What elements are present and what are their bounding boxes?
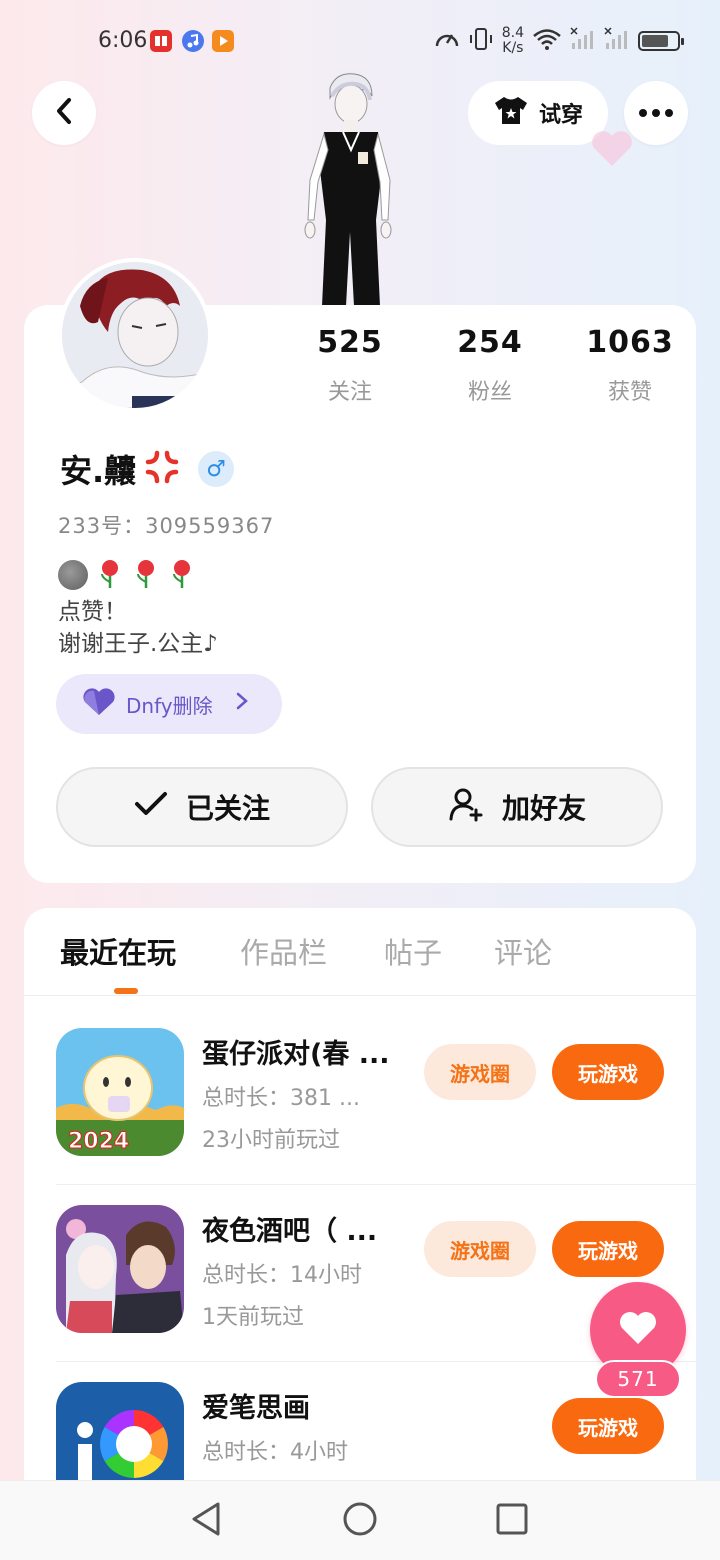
signal-icon-2 bbox=[604, 27, 630, 55]
game-title: 蛋仔派对(春 ... bbox=[202, 1039, 390, 1070]
reader-app-icon bbox=[150, 30, 172, 52]
group-chip-label: Dnfy删除 bbox=[126, 693, 213, 718]
rose-icon bbox=[132, 558, 160, 592]
game-title: 夜色酒吧（ ... bbox=[202, 1216, 378, 1247]
status-icons: 8.4 K/s bbox=[434, 26, 684, 56]
anger-symbol-icon bbox=[142, 447, 182, 491]
game-duration: 总时长：4小时 bbox=[202, 1440, 348, 1465]
game-circle-button[interactable]: 游戏圈 bbox=[424, 1221, 536, 1277]
heart-icon bbox=[618, 1310, 658, 1350]
battery-icon bbox=[638, 31, 684, 51]
stat-label: 获赞 bbox=[607, 380, 652, 405]
game-title: 爱笔思画 bbox=[202, 1393, 310, 1424]
bio-line: 谢谢王子.公主♪ bbox=[58, 631, 218, 657]
bio-line: 点赞！ bbox=[58, 599, 127, 625]
stat-likes[interactable]: 1063 获赞 bbox=[560, 325, 700, 406]
user-id[interactable]: 233号：309559367 bbox=[58, 510, 274, 540]
heart-icon bbox=[82, 687, 116, 722]
tab-posts[interactable]: 帖子 bbox=[384, 930, 442, 972]
try-on-label: 试穿 bbox=[538, 103, 583, 128]
chevron-left-icon bbox=[52, 96, 76, 130]
nav-home-button[interactable] bbox=[342, 1501, 378, 1541]
music-app-icon bbox=[182, 30, 204, 52]
wifi-icon bbox=[532, 27, 562, 55]
game-duration: 总时长：381 ... bbox=[202, 1086, 360, 1111]
stat-value: 1063 bbox=[586, 325, 674, 360]
triangle-back-icon bbox=[190, 1501, 222, 1541]
followed-label: 已关注 bbox=[185, 792, 270, 825]
status-time: 6:06 bbox=[98, 28, 148, 53]
decorative-heart-icon bbox=[590, 128, 634, 172]
nav-recents-button[interactable] bbox=[494, 1503, 530, 1539]
avatar-character-figure[interactable] bbox=[296, 70, 402, 306]
game-row[interactable]: 2024 蛋仔派对(春 ... 总时长：381 ... 23小时前玩过 游戏圈 … bbox=[24, 1008, 696, 1185]
more-dot-icon bbox=[639, 109, 647, 117]
like-count-badge: 571 bbox=[595, 1360, 681, 1398]
night-bar-game-icon bbox=[56, 1205, 184, 1333]
stat-followers[interactable]: 254 粉丝 bbox=[420, 325, 560, 406]
add-friend-label: 加好友 bbox=[501, 792, 586, 825]
game-duration: 总时长：14小时 bbox=[202, 1263, 362, 1288]
battery-level bbox=[642, 35, 668, 47]
nav-back-button[interactable] bbox=[188, 1501, 224, 1541]
back-button[interactable] bbox=[32, 81, 96, 145]
tab-works[interactable]: 作品栏 bbox=[240, 930, 327, 972]
active-tab-indicator bbox=[114, 988, 138, 994]
circle-home-icon bbox=[342, 1501, 378, 1541]
vibrate-icon bbox=[468, 27, 494, 55]
moon-face-icon bbox=[58, 560, 88, 590]
stat-label: 粉丝 bbox=[467, 380, 512, 405]
more-dot-icon bbox=[652, 109, 660, 117]
net-speed-value: 8.4 bbox=[501, 25, 524, 41]
eggy-party-game-icon: 2024 bbox=[56, 1028, 184, 1156]
profile-tabs: 最近在玩 作品栏 帖子 评论 bbox=[24, 908, 696, 996]
chevron-right-icon bbox=[235, 691, 249, 717]
tab-comments[interactable]: 评论 bbox=[494, 930, 552, 972]
try-on-button[interactable]: 试穿 bbox=[468, 81, 608, 145]
video-app-icon bbox=[212, 30, 234, 52]
game-icon-text: 2024 bbox=[68, 1129, 129, 1154]
play-game-button[interactable]: 玩游戏 bbox=[552, 1221, 664, 1277]
male-gender-icon: ♂ bbox=[198, 451, 235, 487]
games-card: 最近在玩 作品栏 帖子 评论 2024 蛋仔派对(春 ... 总时长：381 .… bbox=[24, 908, 696, 1488]
game-last-played: 1天前玩过 bbox=[202, 1305, 304, 1330]
rose-icon bbox=[168, 558, 196, 592]
group-chip[interactable]: Dnfy删除 bbox=[56, 674, 282, 734]
stat-following[interactable]: 525 关注 bbox=[280, 325, 420, 406]
ibispaint-game-icon bbox=[56, 1382, 184, 1488]
checkmark-icon bbox=[134, 790, 168, 825]
speedometer-icon bbox=[434, 28, 460, 54]
game-last-played: 23小时前玩过 bbox=[202, 1128, 340, 1153]
stat-value: 254 bbox=[457, 325, 523, 360]
shirt-icon bbox=[493, 94, 529, 132]
system-nav-bar bbox=[0, 1480, 720, 1560]
username-row: 安.齉 ♂ bbox=[60, 446, 235, 492]
stat-label: 关注 bbox=[327, 380, 372, 405]
bio-emoji-row bbox=[58, 558, 196, 592]
stat-value: 525 bbox=[317, 325, 383, 360]
more-dot-icon bbox=[665, 109, 673, 117]
username: 安.齉 bbox=[60, 452, 137, 490]
play-game-button[interactable]: 玩游戏 bbox=[552, 1044, 664, 1100]
followed-button[interactable]: 已关注 bbox=[56, 767, 348, 847]
profile-stats: 525 关注 254 粉丝 1063 获赞 bbox=[280, 325, 700, 406]
rose-icon bbox=[96, 558, 124, 592]
signal-icon-1 bbox=[570, 27, 596, 55]
tab-recently-played[interactable]: 最近在玩 bbox=[60, 930, 176, 972]
game-circle-button[interactable]: 游戏圈 bbox=[424, 1044, 536, 1100]
square-recents-icon bbox=[495, 1502, 529, 1540]
add-friend-button[interactable]: 加好友 bbox=[371, 767, 663, 847]
play-game-button[interactable]: 玩游戏 bbox=[552, 1398, 664, 1454]
network-speed: 8.4 K/s bbox=[502, 26, 524, 56]
avatar[interactable] bbox=[58, 258, 212, 412]
add-user-icon bbox=[448, 786, 484, 829]
net-speed-unit: K/s bbox=[502, 40, 524, 56]
